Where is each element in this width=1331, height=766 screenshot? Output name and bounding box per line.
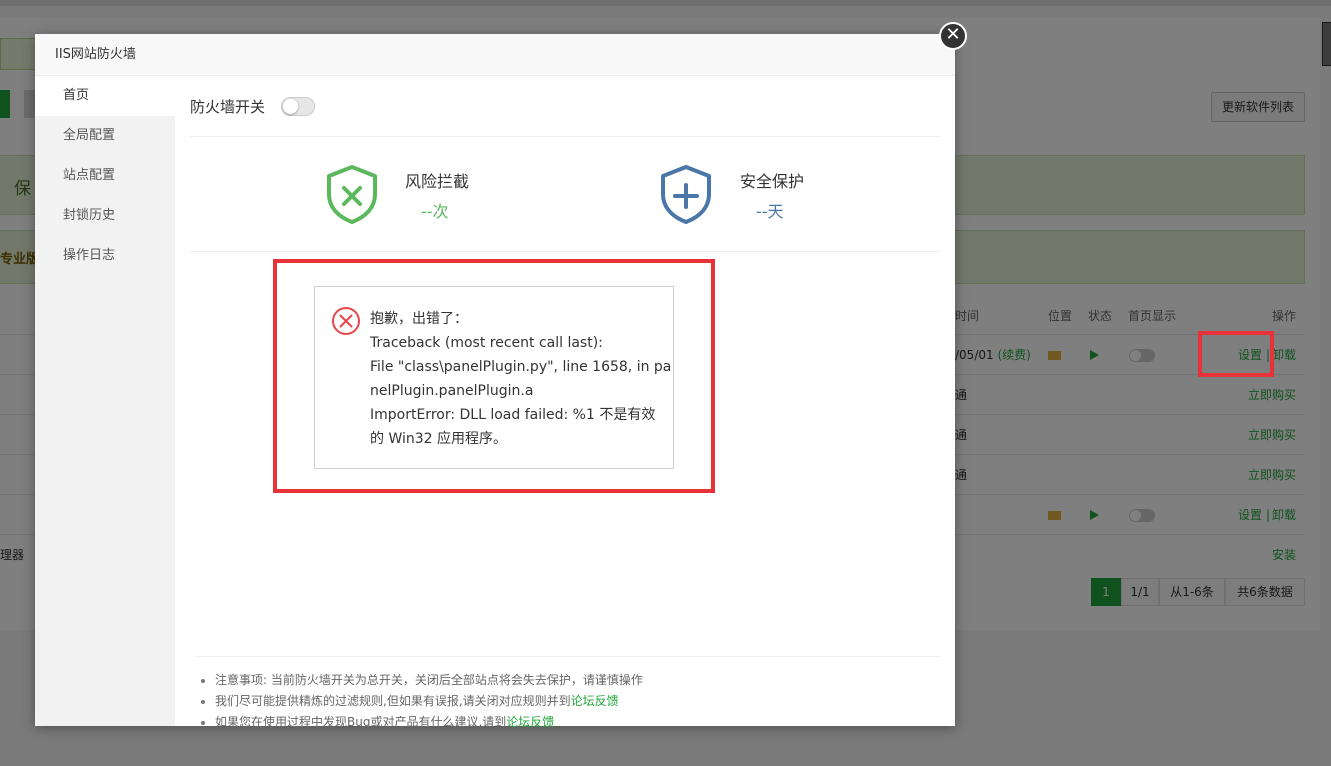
error-highlight-box (273, 259, 715, 493)
risk-block-value: --次 (421, 202, 449, 221)
dialog-header: IIS网站防火墙 (35, 34, 955, 76)
sidebar-item-global-config[interactable]: 全局配置 (35, 116, 175, 156)
close-icon[interactable]: ✕ (939, 22, 967, 50)
shield-x-icon (327, 165, 377, 224)
security-protection-title: 安全保护 (740, 172, 805, 191)
firewall-switch[interactable] (281, 97, 315, 116)
risk-block-title: 风险拦截 (405, 172, 470, 191)
settings-highlight-box (1198, 331, 1274, 377)
dialog-sidebar: 首页 全局配置 站点配置 封锁历史 操作日志 (35, 76, 175, 726)
shield-plus-icon (661, 165, 711, 224)
dialog-title: IIS网站防火墙 (55, 47, 136, 62)
forum-feedback-link[interactable]: 论坛反馈 (506, 715, 554, 729)
notes-list: 注意事项: 当前防火墙开关为总开关，关闭后全部站点将会失去保护，请谨慎操作 我们… (195, 656, 940, 733)
sidebar-item-home[interactable]: 首页 (35, 76, 175, 116)
note-item: 注意事项: 当前防火墙开关为总开关，关闭后全部站点将会失去保护，请谨慎操作 (195, 670, 940, 691)
sidebar-item-operation-log[interactable]: 操作日志 (35, 236, 175, 276)
firewall-switch-label: 防火墙开关 (190, 98, 266, 116)
divider (190, 251, 940, 252)
sidebar-item-site-config[interactable]: 站点配置 (35, 156, 175, 196)
security-protection-value: --天 (756, 202, 784, 221)
sidebar-item-block-history[interactable]: 封锁历史 (35, 196, 175, 236)
note-item: 我们尽可能提供精炼的过滤规则,但如果有误报,请关闭对应规则并到论坛反馈 (195, 691, 940, 712)
note-item: 如果您在使用过程中发现Bug或对产品有什么建议,请到论坛反馈 (195, 712, 940, 733)
forum-feedback-link[interactable]: 论坛反馈 (571, 694, 619, 708)
divider (190, 136, 940, 137)
